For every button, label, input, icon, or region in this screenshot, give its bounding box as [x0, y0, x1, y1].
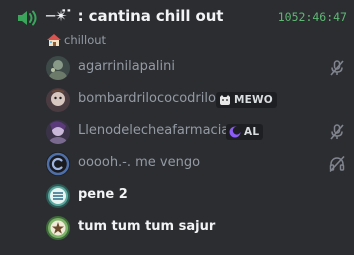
- voice-member[interactable]: pene 2: [40, 180, 354, 212]
- member-name: pene 2: [78, 187, 128, 202]
- channel-status: chillout: [46, 32, 106, 48]
- voice-member[interactable]: tum tum tum sajur: [40, 212, 354, 244]
- deafened-icon: [329, 155, 345, 173]
- house-emoji-icon: [47, 34, 61, 46]
- muted-mic-icon: [330, 60, 344, 76]
- voice-channel[interactable]: ─✴̇ ̇ : cantina chill out 1052:46:47: [0, 0, 354, 34]
- avatar: [46, 184, 70, 208]
- channel-name: ─✴̇ ̇ : cantina chill out: [46, 7, 224, 25]
- avatar: [46, 152, 70, 176]
- member-name: ooooh.-. me vengo: [78, 155, 201, 170]
- voice-member[interactable]: Llenodelecheafarmacia AL: [40, 116, 354, 148]
- muted-mic-icon: [330, 124, 344, 140]
- status-text: chillout: [64, 33, 107, 47]
- member-name: tum tum tum sajur: [78, 219, 216, 234]
- tag-label: MEWO: [234, 94, 273, 106]
- voice-member[interactable]: agarrinilapalini: [40, 52, 354, 84]
- moon-icon: [229, 126, 241, 138]
- call-timer: 1052:46:47: [277, 10, 347, 24]
- tag-label: AL: [244, 126, 260, 138]
- server-tag: MEWO: [216, 92, 277, 108]
- cat-icon: [220, 95, 230, 105]
- avatar: [46, 216, 70, 240]
- member-name: agarrinilapalini: [78, 59, 175, 74]
- member-name: bombardrilococodrilo: [78, 91, 216, 106]
- avatar: [46, 88, 70, 112]
- speaker-icon: [18, 10, 37, 26]
- voice-member[interactable]: ooooh.-. me vengo: [40, 148, 354, 180]
- avatar: [46, 120, 70, 144]
- voice-member[interactable]: bombardrilococodrilo MEWO: [40, 84, 354, 116]
- member-name: Llenodelecheafarmacia: [78, 123, 230, 138]
- voice-channel-panel: ─✴̇ ̇ : cantina chill out 1052:46:47 chi…: [0, 0, 354, 255]
- avatar: [46, 56, 70, 80]
- server-tag: AL: [226, 124, 264, 140]
